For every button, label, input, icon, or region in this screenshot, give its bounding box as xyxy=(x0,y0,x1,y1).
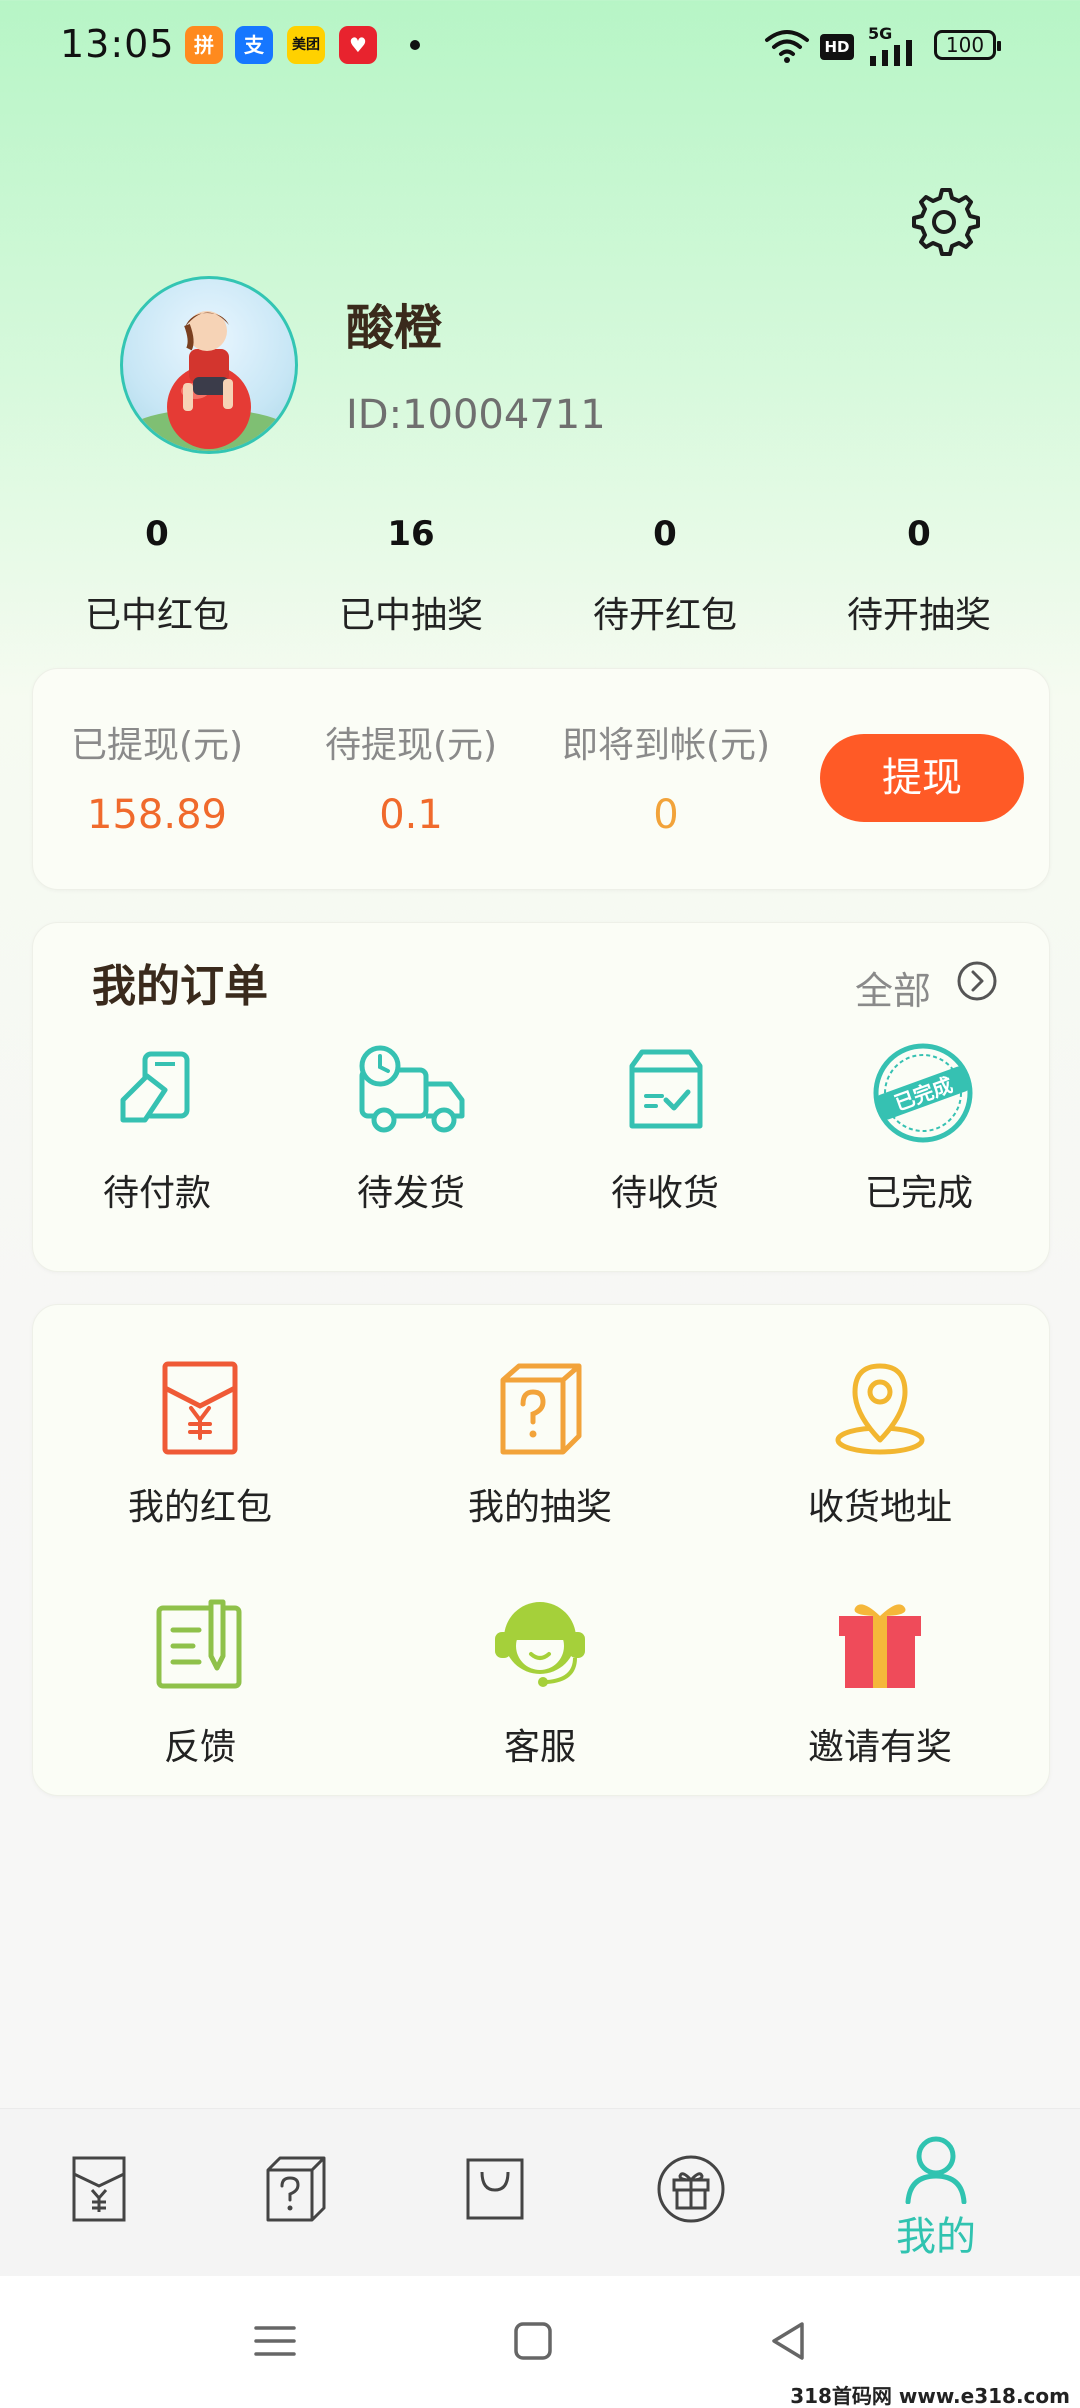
stat-label-pending-red-packets[interactable]: 待开红包 xyxy=(540,586,790,638)
nav-gift-icon[interactable] xyxy=(656,2154,726,2224)
withdrawn-label: 已提现(元) xyxy=(70,725,244,766)
stat-value-won-red-packets: 0 xyxy=(145,514,169,554)
status-time: 13:05 xyxy=(60,22,175,66)
meituan-app-icon: 美团 xyxy=(287,26,325,64)
feedback-label[interactable]: 反馈 xyxy=(50,1718,350,1770)
battery-indicator: 100 xyxy=(934,30,1001,60)
payment-icon[interactable] xyxy=(107,1040,207,1140)
package-box-icon[interactable] xyxy=(616,1040,716,1140)
withdraw-button[interactable]: 提现 xyxy=(820,734,1024,822)
stat-label-pending-lottery[interactable]: 待开抽奖 xyxy=(794,586,1044,638)
notification-dot xyxy=(410,40,420,50)
pending-withdraw-label: 待提现(元) xyxy=(324,725,498,766)
orders-all-link[interactable]: 全部 xyxy=(855,960,931,1015)
withdrawn-value: 158.89 xyxy=(87,792,227,838)
wifi-icon xyxy=(765,30,809,63)
nav-shopping-bag-icon[interactable] xyxy=(460,2154,530,2224)
pinduoduo-app-icon: 拼 xyxy=(185,26,223,64)
username: 酸橙 xyxy=(346,300,443,356)
chevron-right-circle-icon[interactable] xyxy=(956,960,998,1002)
arriving-label: 即将到帐(元) xyxy=(561,725,771,766)
my-red-packets-label[interactable]: 我的红包 xyxy=(50,1478,350,1530)
nav-profile-label[interactable]: 我的 xyxy=(880,2204,992,2262)
gear-icon[interactable] xyxy=(904,182,984,262)
shipping-address-label[interactable]: 收货地址 xyxy=(730,1478,1030,1530)
avatar[interactable] xyxy=(120,276,298,454)
signal-icon xyxy=(870,40,912,66)
avatar-illustration xyxy=(123,311,295,451)
arriving-value: 0 xyxy=(653,792,679,838)
status-bar: 13:05 拼 支 美团 ♥ HD 5G 100 xyxy=(0,0,1080,96)
customer-service-icon[interactable] xyxy=(485,1594,595,1694)
my-lottery-label[interactable]: 我的抽奖 xyxy=(390,1478,690,1530)
nav-mystery-box-icon[interactable] xyxy=(260,2154,330,2224)
stat-label-won-red-packets[interactable]: 已中红包 xyxy=(32,586,282,638)
orders-title: 我的订单 xyxy=(92,961,268,1012)
watermark: 318首码网 www.e318.com xyxy=(790,2384,1070,2408)
nav-profile-icon[interactable] xyxy=(900,2132,972,2204)
nav-red-envelope-icon[interactable] xyxy=(64,2154,134,2224)
order-completed-label[interactable]: 已完成 xyxy=(794,1164,1044,1216)
hd-badge: HD xyxy=(820,34,854,60)
location-pin-icon[interactable] xyxy=(825,1358,935,1458)
alipay-app-icon: 支 xyxy=(235,26,273,64)
order-pending-shipment-label[interactable]: 待发货 xyxy=(286,1164,536,1216)
user-id: ID:10004711 xyxy=(346,392,606,438)
gift-icon[interactable] xyxy=(825,1594,935,1694)
stat-label-won-lottery[interactable]: 已中抽奖 xyxy=(286,586,536,638)
menu-icon[interactable] xyxy=(250,2316,300,2366)
home-icon[interactable] xyxy=(508,2316,558,2366)
order-pending-receipt-label[interactable]: 待收货 xyxy=(540,1164,790,1216)
heart-app-icon: ♥ xyxy=(339,26,377,64)
customer-service-label[interactable]: 客服 xyxy=(390,1718,690,1770)
red-envelope-icon[interactable] xyxy=(145,1358,255,1458)
feedback-icon[interactable] xyxy=(145,1594,255,1694)
stat-value-pending-lottery: 0 xyxy=(907,514,931,554)
pending-withdraw-value: 0.1 xyxy=(379,792,443,838)
mystery-box-icon[interactable] xyxy=(485,1358,595,1458)
invite-reward-label[interactable]: 邀请有奖 xyxy=(730,1718,1030,1770)
stat-value-won-lottery: 16 xyxy=(387,514,435,554)
back-icon[interactable] xyxy=(764,2316,814,2366)
delivery-truck-icon[interactable] xyxy=(354,1040,470,1140)
stat-value-pending-red-packets: 0 xyxy=(653,514,677,554)
order-pending-payment-label[interactable]: 待付款 xyxy=(32,1164,282,1216)
completed-stamp-icon[interactable]: 已完成 xyxy=(870,1040,976,1146)
